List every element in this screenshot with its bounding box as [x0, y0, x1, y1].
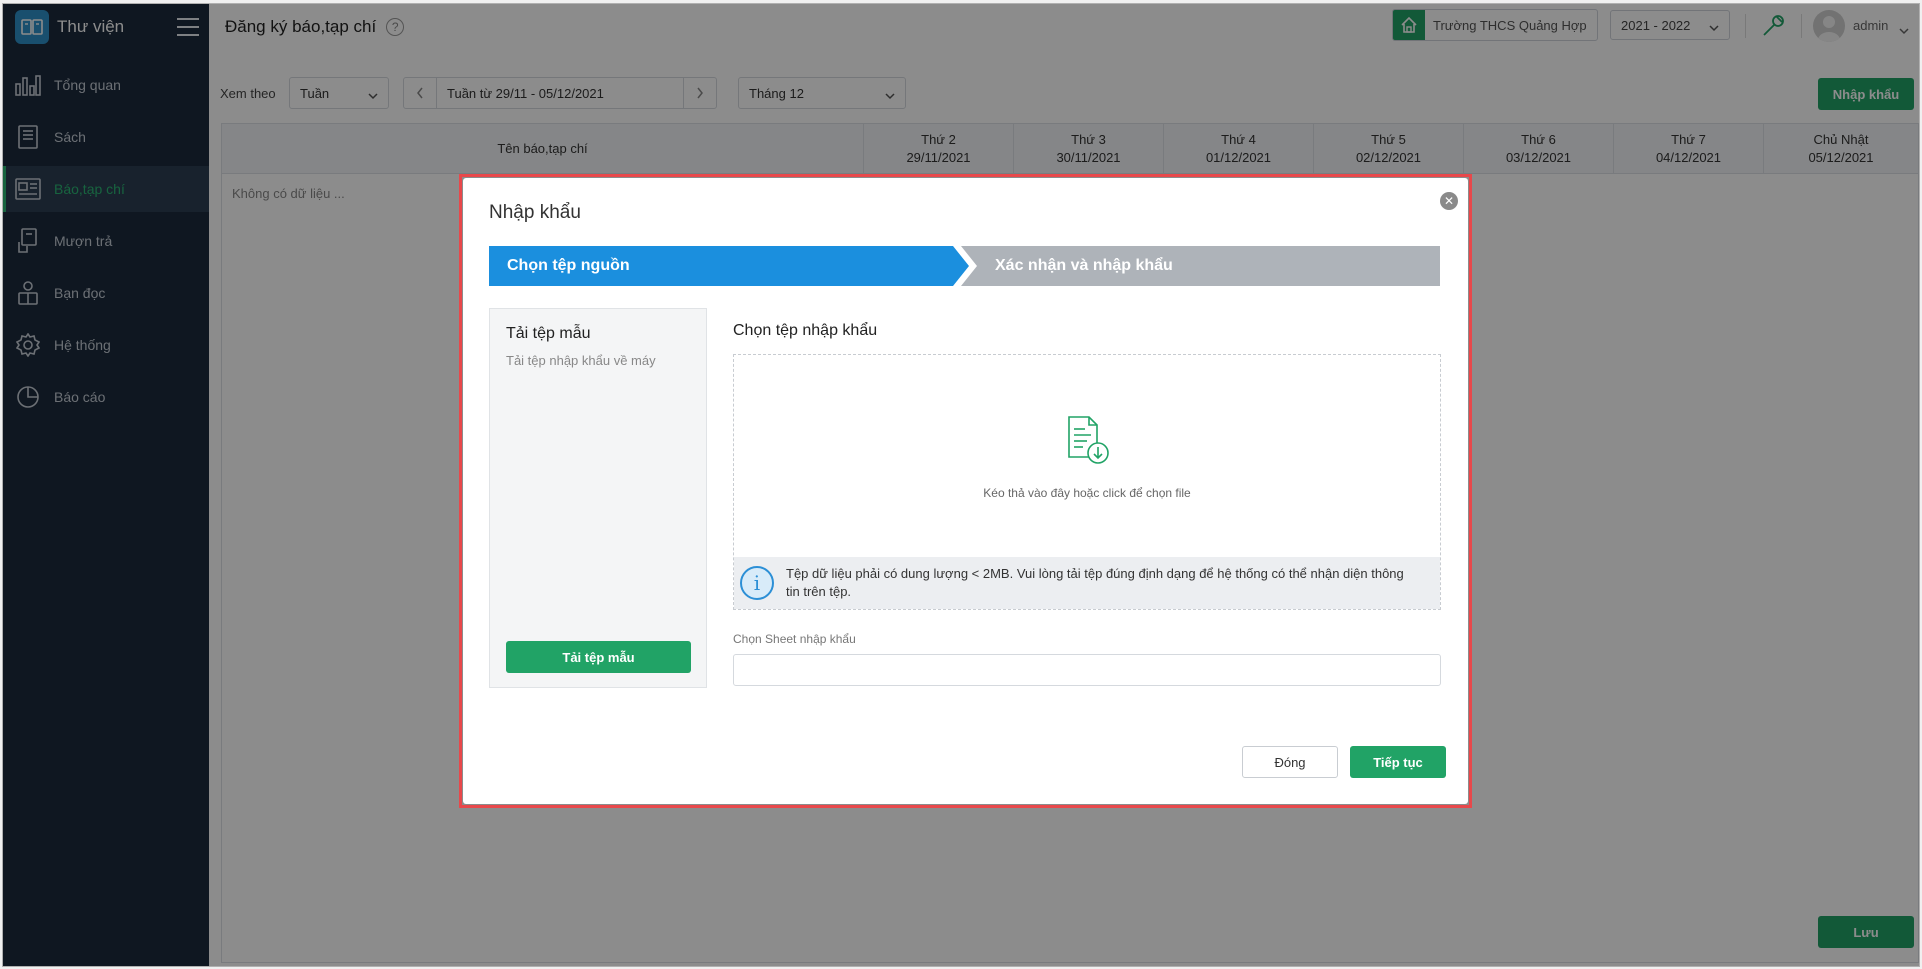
template-title: Tải tệp mẫu	[506, 325, 591, 342]
step-choose-source[interactable]: Chọn tệp nguồn	[489, 246, 969, 286]
dialog-title: Nhập khẩu	[489, 202, 581, 223]
download-template-button[interactable]: Tải tệp mẫu	[506, 641, 691, 673]
template-subtitle: Tải tệp nhập khẩu về máy	[506, 353, 656, 368]
sheet-select-input[interactable]	[733, 654, 1441, 686]
close-icon[interactable]: ✕	[1440, 192, 1458, 210]
info-notice: i Tệp dữ liệu phải có dung lượng < 2MB. …	[734, 557, 1440, 609]
info-icon: i	[740, 566, 774, 600]
template-panel: Tải tệp mẫu Tải tệp nhập khẩu về máy Tải…	[489, 308, 707, 688]
wizard-steps: Chọn tệp nguồn Xác nhận và nhập khẩu	[489, 246, 1440, 286]
choose-file-title: Chọn tệp nhập khẩu	[733, 322, 878, 339]
file-drop-zone[interactable]: Kéo thả vào đây hoặc click để chọn file …	[733, 354, 1441, 610]
info-text: Tệp dữ liệu phải có dung lượng < 2MB. Vu…	[786, 566, 1404, 599]
file-download-icon	[1065, 415, 1111, 468]
continue-button[interactable]: Tiếp tục	[1350, 746, 1446, 778]
step-confirm-import[interactable]: Xác nhận và nhập khẩu	[961, 246, 1440, 286]
sheet-select-label: Chọn Sheet nhập khẩu	[733, 632, 856, 646]
app-window: Thư viện Tổng quan Sách Báo,tạp chí Mượn…	[2, 3, 1920, 967]
import-dialog: Nhập khẩu ✕ Chọn tệp nguồn Xác nhận và n…	[463, 178, 1468, 804]
close-button[interactable]: Đóng	[1242, 746, 1338, 778]
drop-instruction: Kéo thả vào đây hoặc click để chọn file	[983, 486, 1191, 500]
